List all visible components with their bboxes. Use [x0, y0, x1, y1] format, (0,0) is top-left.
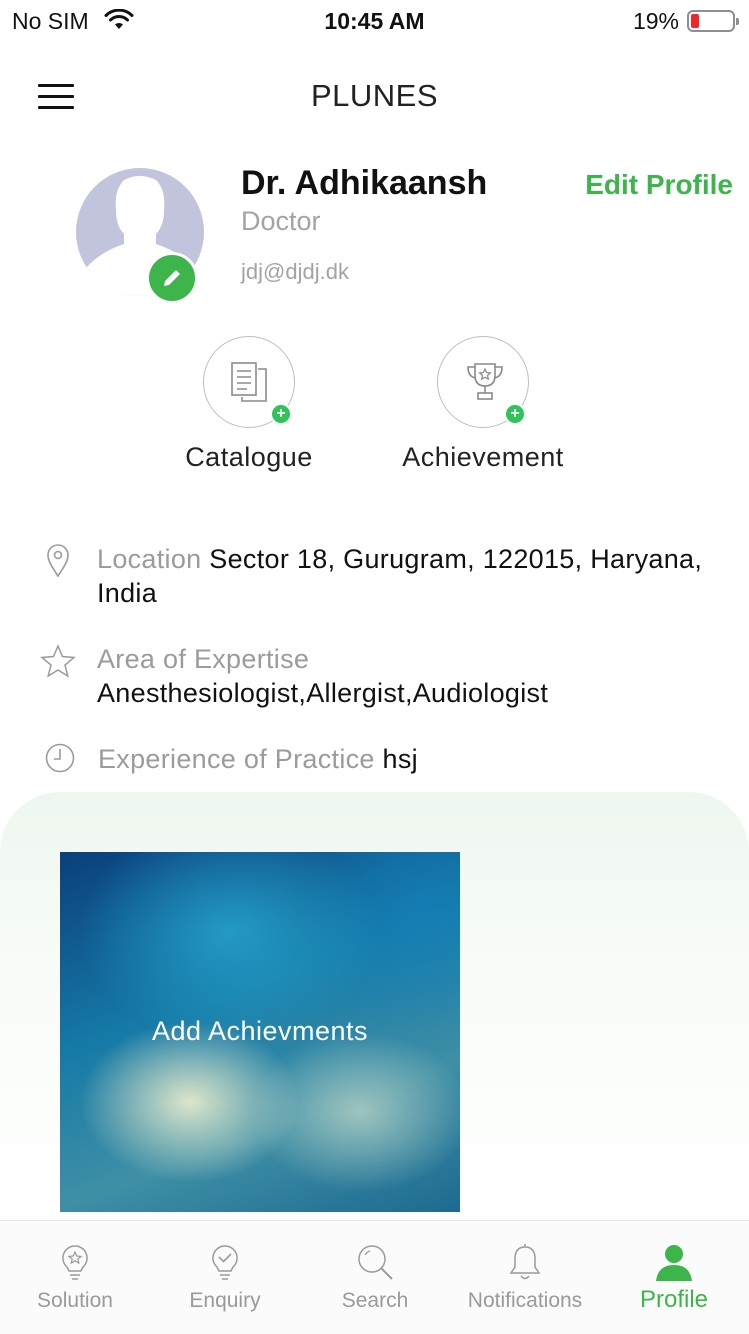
doctor-role: Doctor — [241, 206, 321, 236]
doctor-name: Dr. Adhikaansh — [241, 164, 488, 202]
experience-value: hsj — [382, 744, 418, 774]
app-header: PLUNES — [0, 42, 749, 150]
lightbulb-star-icon — [62, 1245, 88, 1280]
doctor-email: jdj@djdj.dk — [241, 259, 349, 284]
tab-solution[interactable]: Solution — [0, 1221, 150, 1334]
search-icon — [358, 1245, 393, 1280]
expertise-text: Area of Expertise Anesthesiologist,Aller… — [97, 642, 729, 710]
bell-icon — [509, 1244, 541, 1280]
tab-enquiry-label: Enquiry — [189, 1289, 261, 1312]
add-achievement-plus-icon: + — [504, 403, 526, 425]
tab-notifications-label: Notifications — [467, 1289, 583, 1312]
achievement-button[interactable]: + Achievement — [383, 336, 583, 473]
lightbulb-check-icon — [212, 1245, 238, 1280]
experience-label: Experience of Practice — [98, 744, 375, 774]
expertise-value: Anesthesiologist,Allergist,Audiologist — [97, 678, 549, 708]
clock-icon — [45, 743, 75, 773]
tab-profile-label: Profile — [639, 1286, 709, 1313]
bottom-tab-bar: Solution Enquiry Search Notifications Pr… — [0, 1220, 749, 1334]
achievement-label: Achievement — [402, 442, 564, 472]
tab-notifications[interactable]: Notifications — [450, 1221, 600, 1334]
catalogue-circle: + — [203, 336, 295, 428]
location-label: Location — [97, 544, 202, 574]
achievement-circle: + — [437, 336, 529, 428]
edit-photo-button[interactable] — [146, 252, 198, 304]
catalogue-button[interactable]: + Catalogue — [149, 336, 349, 473]
tab-solution-label: Solution — [37, 1289, 113, 1312]
add-catalogue-plus-icon: + — [270, 403, 292, 425]
app-title: PLUNES — [310, 78, 439, 113]
experience-text: Experience of Practice hsj — [98, 742, 729, 776]
location-text: Location Sector 18, Gurugram, 122015, Ha… — [97, 542, 729, 610]
trophy-icon — [467, 363, 503, 400]
edit-profile-button[interactable]: Edit Profile — [585, 169, 733, 201]
status-bar: No SIM 10:45 AM 19% — [0, 0, 749, 42]
tab-enquiry[interactable]: Enquiry — [150, 1221, 300, 1334]
pencil-icon — [164, 270, 180, 286]
expertise-label: Area of Expertise — [97, 644, 310, 674]
star-icon — [40, 644, 76, 678]
add-achievements-card[interactable]: Add Achievments — [60, 852, 460, 1212]
battery-icon — [687, 10, 739, 32]
location-pin-icon — [47, 544, 69, 578]
battery-percent: 19% — [632, 8, 679, 34]
document-icon — [231, 362, 267, 402]
tab-search-label: Search — [341, 1289, 409, 1312]
battery-level-fill — [691, 14, 699, 28]
add-achievements-label: Add Achievments — [151, 1016, 369, 1046]
tab-search[interactable]: Search — [300, 1221, 450, 1334]
user-icon — [656, 1245, 692, 1281]
catalogue-label: Catalogue — [185, 442, 313, 472]
tab-profile[interactable]: Profile — [599, 1221, 749, 1334]
